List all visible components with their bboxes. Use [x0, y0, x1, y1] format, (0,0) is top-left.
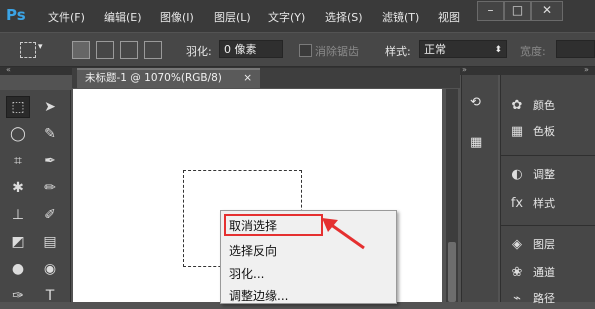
adjustments-panel-label: 调整: [533, 168, 555, 181]
menu-bar: Ps 文件(F) 编辑(E) 图像(I) 图层(L) 文字(Y) 选择(S) 滤…: [0, 0, 595, 32]
gradient-tool-icon[interactable]: ▤: [38, 231, 62, 253]
channels-icon: ❀: [511, 264, 523, 280]
divider: [501, 225, 595, 226]
add-selection-icon[interactable]: [96, 41, 114, 59]
dodge-tool-icon[interactable]: ◉: [38, 258, 62, 280]
paths-icon: ⌁: [513, 290, 521, 306]
type-tool-icon[interactable]: T: [38, 285, 62, 307]
swatches-panel-tab[interactable]: ▦ 色板: [507, 120, 555, 142]
menu-item-inverse[interactable]: 选择反向: [229, 242, 277, 259]
panel-dock-icons: ⟲ ▦: [461, 75, 498, 302]
layers-icon: ◈: [512, 236, 522, 252]
panel-dock: ✿ 颜色 ▦ 色板 ◐ 调整 fx 样式 ◈ 图层 ❀ 通道 ⌁ 路径: [500, 75, 595, 306]
minimize-button[interactable]: –: [477, 1, 504, 21]
photoshop-logo: Ps: [6, 6, 26, 24]
feather-label: 羽化:: [186, 45, 212, 58]
collapse-icon[interactable]: «: [6, 65, 11, 74]
pen-tool-icon[interactable]: ✑: [6, 285, 30, 307]
collapse-icon[interactable]: »: [462, 65, 467, 74]
feather-input[interactable]: 0 像素: [219, 40, 283, 58]
close-button[interactable]: ✕: [531, 1, 563, 21]
menu-type[interactable]: 文字(Y): [268, 9, 305, 25]
arrow-head: [322, 218, 338, 232]
history-brush-icon[interactable]: ✐: [38, 204, 62, 226]
brush-tool-icon[interactable]: ✏: [38, 177, 62, 199]
menu-filter[interactable]: 滤镜(T): [382, 9, 419, 25]
clone-stamp-icon[interactable]: ⊥: [6, 204, 30, 226]
context-menu: 取消选择 选择反向 羽化... 调整边缘...: [220, 210, 397, 304]
document-tab[interactable]: 未标题-1 @ 1070%(RGB/8) ×: [77, 68, 260, 88]
menu-item-deselect[interactable]: 取消选择: [229, 217, 277, 234]
color-panel-label: 颜色: [533, 99, 555, 112]
palette-icon: ✿: [511, 97, 523, 113]
move-tool-icon[interactable]: ➤: [38, 96, 62, 118]
style-select-value: 正常: [424, 43, 446, 56]
menu-image[interactable]: 图像(I): [160, 9, 194, 25]
marquee-tool-preset-icon[interactable]: [20, 42, 36, 58]
channels-panel-label: 通道: [533, 266, 555, 279]
menu-item-feather[interactable]: 羽化...: [229, 265, 264, 282]
rectangular-marquee-icon[interactable]: ⬚: [6, 96, 30, 118]
crop-tool-icon[interactable]: ⌗: [6, 150, 30, 172]
divider: [501, 155, 595, 156]
annotation-arrow: [322, 218, 365, 250]
antialias-checkbox[interactable]: [299, 44, 312, 57]
history-panel-icon[interactable]: ⟲: [470, 95, 481, 110]
width-input[interactable]: [556, 40, 595, 58]
style-label: 样式:: [385, 45, 411, 58]
restore-button[interactable]: □: [504, 1, 531, 21]
properties-panel-icon[interactable]: ▦: [470, 135, 482, 150]
updown-icon: ⬍: [494, 45, 502, 55]
arrow-shaft: [329, 222, 365, 250]
styles-panel-tab[interactable]: fx 样式: [507, 192, 555, 214]
eyedropper-icon[interactable]: ✒: [38, 150, 62, 172]
healing-brush-icon[interactable]: ✱: [6, 177, 30, 199]
menu-select[interactable]: 选择(S): [325, 9, 363, 25]
close-tab-icon[interactable]: ×: [243, 70, 252, 87]
width-label: 宽度:: [520, 45, 546, 58]
menu-layer[interactable]: 图层(L): [214, 9, 251, 25]
fx-icon: fx: [510, 195, 524, 211]
adjustments-panel-tab[interactable]: ◐ 调整: [507, 163, 555, 185]
new-selection-icon[interactable]: [72, 41, 90, 59]
layers-panel-tab[interactable]: ◈ 图层: [507, 233, 555, 255]
options-bar: ▾ 羽化: 0 像素 消除锯齿 样式: 正常 ⬍ 宽度:: [0, 33, 595, 67]
menu-item-refine-edge[interactable]: 调整边缘...: [229, 287, 288, 304]
intersect-selection-icon[interactable]: [144, 41, 162, 59]
styles-panel-label: 样式: [533, 197, 555, 210]
adjustments-icon: ◐: [511, 166, 523, 182]
subtract-selection-icon[interactable]: [120, 41, 138, 59]
tools-panel: ⬚ ➤ ◯ ✎ ⌗ ✒ ✱ ✏ ⊥ ✐ ◩ ▤ ● ◉ ✑ T: [0, 90, 71, 304]
paths-panel-label: 路径: [533, 292, 555, 305]
layers-panel-label: 图层: [533, 238, 555, 251]
menu-edit[interactable]: 编辑(E): [104, 9, 142, 25]
antialias-label: 消除锯齿: [315, 45, 359, 58]
scrollbar-thumb[interactable]: [448, 242, 456, 302]
blur-tool-icon[interactable]: ●: [6, 258, 30, 280]
menu-file[interactable]: 文件(F): [48, 9, 85, 25]
color-panel-tab[interactable]: ✿ 颜色: [507, 94, 555, 116]
menu-view[interactable]: 视图: [438, 9, 460, 25]
paths-panel-tab[interactable]: ⌁ 路径: [507, 287, 555, 309]
eraser-tool-icon[interactable]: ◩: [6, 231, 30, 253]
lasso-tool-icon[interactable]: ◯: [6, 123, 30, 145]
swatches-panel-label: 色板: [533, 125, 555, 138]
grid-icon: ▦: [510, 123, 524, 139]
quick-selection-icon[interactable]: ✎: [38, 123, 62, 145]
channels-panel-tab[interactable]: ❀ 通道: [507, 261, 555, 283]
collapse-icon[interactable]: »: [584, 65, 589, 74]
chevron-down-icon[interactable]: ▾: [38, 42, 43, 52]
document-tab-title: 未标题-1 @ 1070%(RGB/8): [85, 72, 222, 84]
style-select[interactable]: 正常 ⬍: [419, 40, 507, 58]
